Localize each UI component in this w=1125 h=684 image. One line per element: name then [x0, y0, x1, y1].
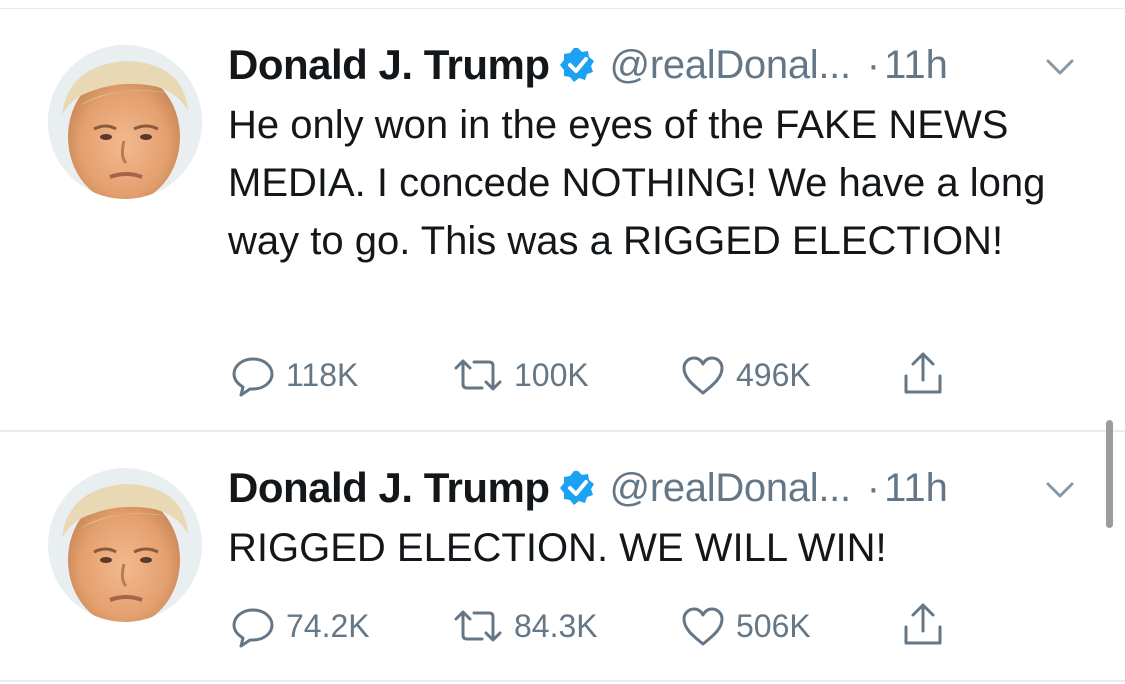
like-button[interactable]: 496K [678, 350, 811, 400]
tweet-header: Donald J. Trump @realDonal... · 11h [228, 460, 948, 516]
share-button[interactable] [898, 350, 948, 400]
separator-dot: · [866, 465, 881, 510]
divider [0, 680, 1125, 682]
heart-icon [678, 601, 728, 651]
retweet-count: 84.3K [514, 607, 598, 644]
tweet-actions: 118K 100K 496K [228, 350, 988, 400]
separator-dot: · [866, 42, 881, 87]
retweet-icon [450, 350, 506, 400]
reply-count: 74.2K [286, 607, 370, 644]
display-name[interactable]: Donald J. Trump [228, 41, 550, 89]
reply-count: 118K [286, 356, 359, 393]
user-handle[interactable]: @realDonal... [610, 466, 852, 511]
tweet-text: He only won in the eyes of the FAKE NEWS… [228, 103, 1046, 263]
tweet-time[interactable]: 11h [884, 466, 948, 511]
tweet-actions: 74.2K 84.3K 506K [228, 601, 988, 651]
tweet-text: RIGGED ELECTION. WE WILL WIN! [228, 526, 887, 570]
reply-icon [228, 350, 278, 400]
avatar[interactable] [48, 45, 202, 199]
share-icon [898, 601, 948, 651]
tweet-header: Donald J. Trump @realDonal... · 11h [228, 37, 948, 93]
share-button[interactable] [898, 601, 948, 651]
reply-icon [228, 601, 278, 651]
reply-button[interactable]: 118K [228, 350, 358, 400]
heart-icon [678, 350, 728, 400]
timeline[interactable]: Donald J. Trump @realDonal... · 11h He o… [0, 0, 1125, 684]
tweet[interactable]: Donald J. Trump @realDonal... · 11h RIGG… [0, 432, 1125, 678]
tweet[interactable]: Donald J. Trump @realDonal... · 11h He o… [0, 9, 1125, 430]
like-button[interactable]: 506K [678, 601, 811, 651]
verified-badge-icon [559, 47, 596, 83]
user-handle[interactable]: @realDonal... [610, 43, 852, 88]
like-count: 496K [736, 356, 811, 393]
retweet-button[interactable]: 84.3K [450, 601, 598, 651]
share-icon [898, 350, 948, 400]
like-count: 506K [736, 607, 811, 644]
tweet-time[interactable]: 11h [884, 43, 948, 88]
avatar[interactable] [48, 468, 202, 622]
retweet-icon [450, 601, 506, 651]
verified-badge-icon [559, 470, 596, 506]
reply-button[interactable]: 74.2K [228, 601, 370, 651]
chevron-down-icon[interactable] [1040, 47, 1080, 87]
scrollbar[interactable] [1106, 420, 1113, 528]
retweet-button[interactable]: 100K [450, 350, 589, 400]
chevron-down-icon[interactable] [1040, 470, 1080, 510]
retweet-count: 100K [514, 356, 589, 393]
display-name[interactable]: Donald J. Trump [228, 464, 550, 512]
